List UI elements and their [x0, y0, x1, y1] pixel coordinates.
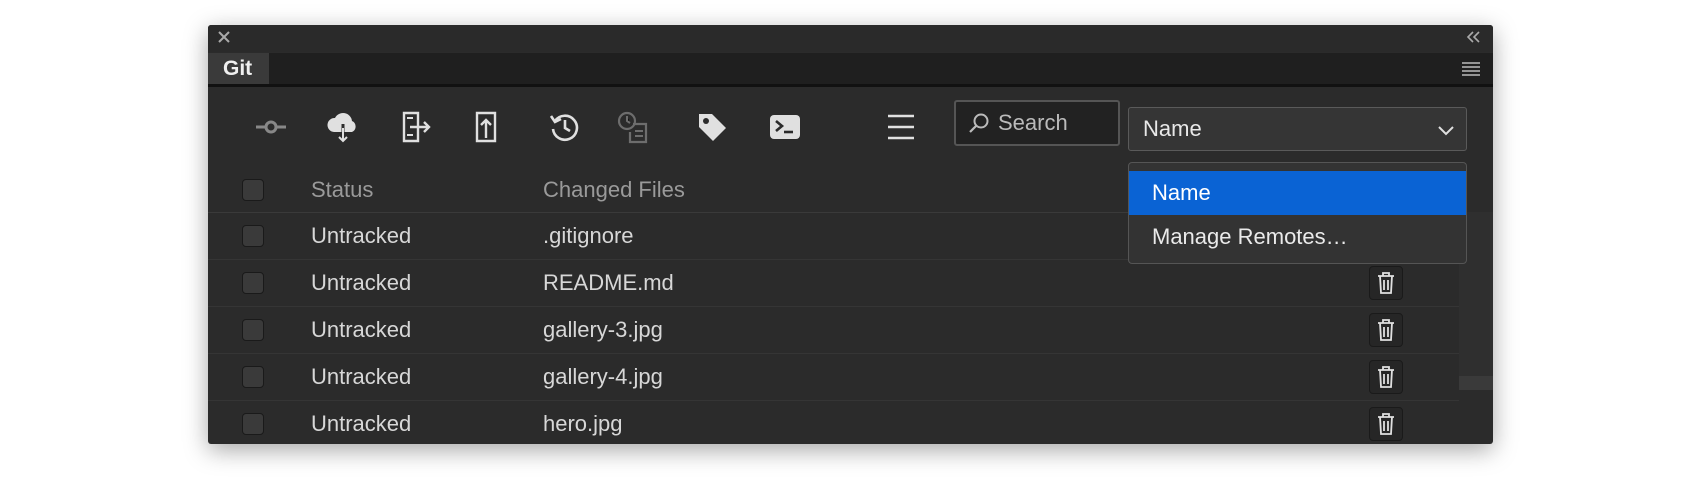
history-icon[interactable]	[613, 107, 653, 147]
tab-git[interactable]: Git	[208, 53, 269, 84]
row-status: Untracked	[311, 223, 412, 248]
panel-titlebar	[208, 25, 1493, 52]
row-file: .gitignore	[543, 223, 634, 248]
delete-button[interactable]	[1369, 313, 1403, 347]
sort-select-value: Name	[1143, 116, 1202, 141]
scrollbar-thumb[interactable]	[1459, 376, 1493, 390]
table-row[interactable]: Untracked gallery-3.jpg	[208, 307, 1459, 354]
commit-icon[interactable]	[251, 107, 291, 147]
row-status: Untracked	[311, 364, 412, 389]
row-status: Untracked	[311, 270, 412, 295]
chevron-down-icon	[1438, 126, 1454, 136]
row-file: hero.jpg	[543, 411, 623, 436]
menu-item-name[interactable]: Name	[1129, 171, 1466, 215]
table-row[interactable]: Untracked hero.jpg	[208, 401, 1459, 444]
trash-icon	[1378, 272, 1394, 294]
row-checkbox[interactable]	[242, 366, 264, 388]
row-status: Untracked	[311, 411, 412, 436]
row-file: gallery-3.jpg	[543, 317, 663, 342]
search-icon	[969, 113, 989, 133]
pull-icon[interactable]	[323, 107, 363, 147]
status-column-header[interactable]: Status	[311, 168, 373, 212]
row-status: Untracked	[311, 317, 412, 342]
push-icon[interactable]	[466, 107, 506, 147]
menu-item-manage-remotes[interactable]: Manage Remotes…	[1129, 215, 1466, 259]
sort-select[interactable]: Name	[1128, 107, 1467, 151]
row-checkbox[interactable]	[242, 225, 264, 247]
trash-icon	[1378, 413, 1394, 435]
tag-icon[interactable]	[692, 107, 732, 147]
select-all-checkbox[interactable]	[242, 179, 264, 201]
row-checkbox[interactable]	[242, 272, 264, 294]
terminal-icon[interactable]	[765, 107, 805, 147]
row-checkbox[interactable]	[242, 413, 264, 435]
row-file: gallery-4.jpg	[543, 364, 663, 389]
fetch-icon[interactable]	[395, 107, 435, 147]
delete-button[interactable]	[1369, 266, 1403, 300]
table-row[interactable]: Untracked README.md	[208, 260, 1459, 307]
search-input[interactable]	[996, 109, 1110, 137]
revert-icon[interactable]	[545, 107, 585, 147]
search-box[interactable]	[954, 100, 1120, 146]
panel-tabbar: Git	[208, 53, 1493, 87]
sort-dropdown-menu: Name Manage Remotes…	[1128, 162, 1467, 264]
trash-icon	[1378, 319, 1394, 341]
trash-icon	[1378, 366, 1394, 388]
row-file: README.md	[543, 270, 674, 295]
list-menu-icon[interactable]	[881, 107, 921, 147]
git-panel: Git Search Name Status Changed Files Unt…	[208, 25, 1493, 444]
collapse-icon[interactable]	[1465, 30, 1481, 44]
delete-button[interactable]	[1369, 360, 1403, 394]
files-column-header[interactable]: Changed Files	[543, 168, 685, 212]
table-row[interactable]: Untracked gallery-4.jpg	[208, 354, 1459, 401]
delete-button[interactable]	[1369, 407, 1403, 441]
panel-menu-icon[interactable]	[1461, 61, 1481, 77]
close-icon[interactable]	[216, 29, 232, 45]
row-checkbox[interactable]	[242, 319, 264, 341]
